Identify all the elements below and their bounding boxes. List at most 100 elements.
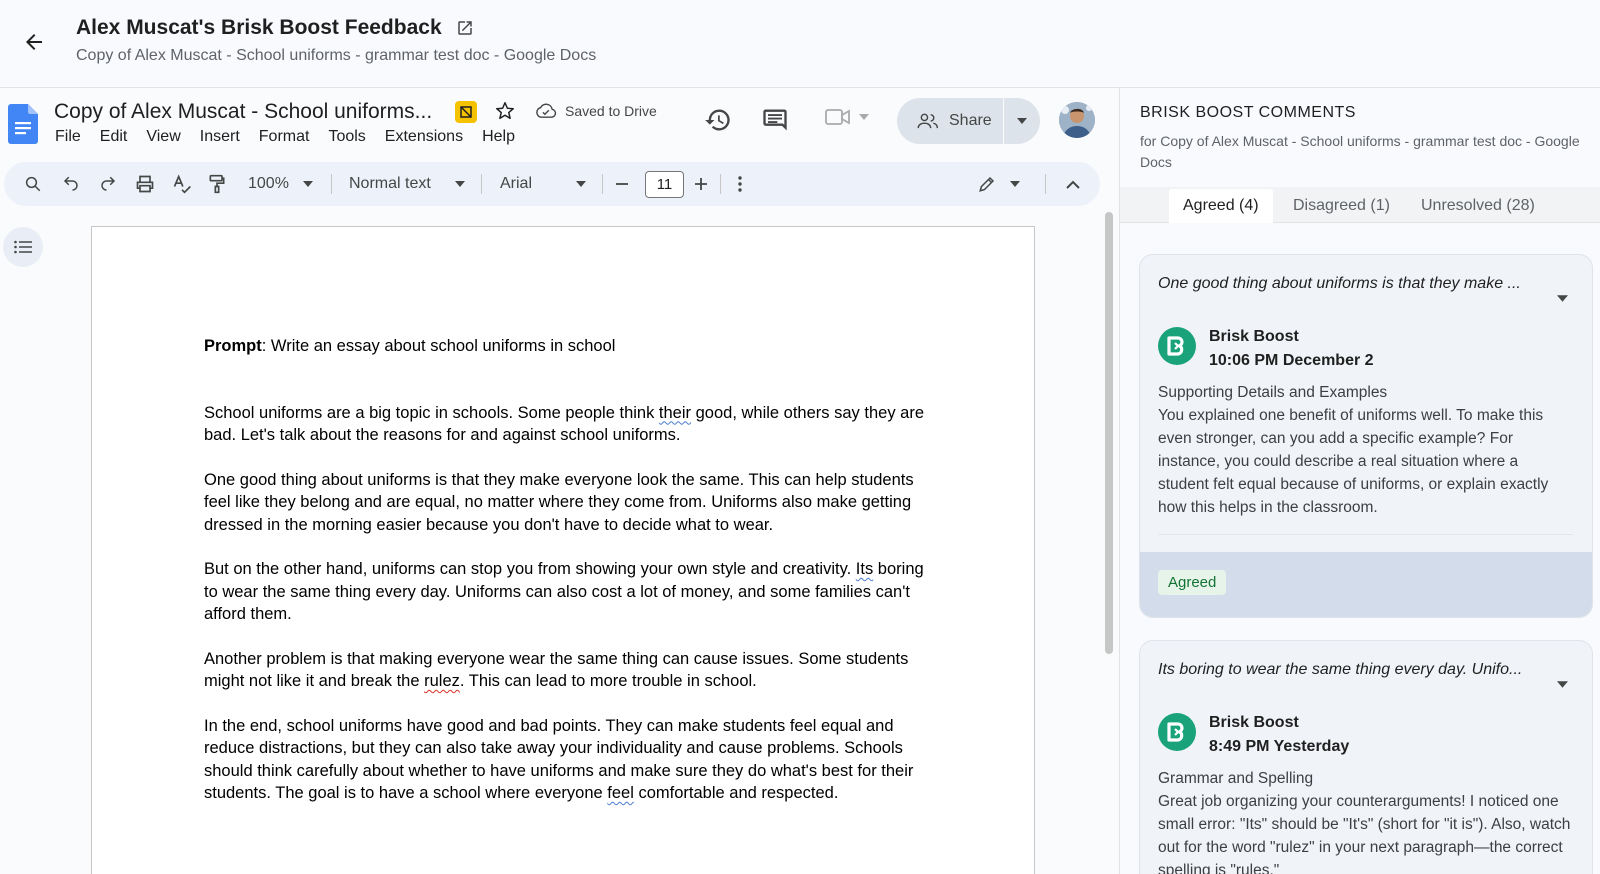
text-run: comfortable and respected. [633, 784, 839, 802]
menu-extensions[interactable]: Extensions [385, 128, 463, 146]
meet-button[interactable] [825, 106, 869, 128]
document-body[interactable]: Prompt: Write an essay about school unif… [204, 335, 934, 827]
menu-format[interactable]: Format [259, 128, 310, 146]
arrow-left-icon [26, 34, 42, 50]
search-icon [25, 176, 41, 192]
save-status[interactable]: Saved to Drive [535, 103, 657, 119]
font-size-input[interactable]: 11 [645, 171, 684, 198]
card-divider [1158, 534, 1573, 535]
comment-author: Brisk Boost [1209, 328, 1299, 345]
brisk-comments-panel: BRISK BOOST COMMENTS for Copy of Alex Mu… [1119, 88, 1600, 874]
redo-button[interactable] [99, 162, 117, 206]
toolbar-divider [720, 174, 721, 194]
menu-view[interactable]: View [146, 128, 180, 146]
document-title[interactable]: Copy of Alex Muscat - School uniforms... [54, 100, 432, 124]
back-button[interactable] [18, 26, 50, 58]
version-history-icon[interactable] [704, 106, 732, 134]
status-badge: Agreed [1158, 570, 1227, 595]
comments-icon[interactable] [761, 106, 789, 134]
document-page[interactable]: Prompt: Write an essay about school unif… [91, 226, 1035, 874]
app-header: Alex Muscat's Brisk Boost Feedback Copy … [0, 0, 1600, 88]
zoom-value: 100% [248, 175, 289, 192]
font-value: Arial [500, 175, 533, 192]
minus-icon [616, 183, 628, 185]
paragraph-4: Another problem is that making everyone … [204, 648, 934, 693]
chevron-down-icon[interactable] [1557, 295, 1568, 302]
panel-header: BRISK BOOST COMMENTS for Copy of Alex Mu… [1140, 104, 1580, 173]
comment-body: Grammar and Spelling Great job organizin… [1158, 767, 1573, 874]
zoom-select[interactable]: 100% [248, 162, 313, 206]
document-outline-button[interactable] [3, 227, 43, 267]
grammar-suggestion[interactable]: their [659, 404, 691, 422]
comment-text: You explained one benefit of uniforms we… [1158, 407, 1549, 516]
people-icon [917, 113, 939, 129]
paragraph-5: In the end, school uniforms have good an… [204, 715, 934, 805]
search-menus-button[interactable] [24, 162, 42, 206]
menu-file[interactable]: File [55, 128, 81, 146]
comment-status-bar: Agreed [1140, 552, 1592, 617]
menu-insert[interactable]: Insert [200, 128, 240, 146]
menu-help[interactable]: Help [482, 128, 515, 146]
comment-quote: One good thing about uniforms is that th… [1158, 275, 1521, 292]
tab-disagreed[interactable]: Disagreed (1) [1293, 189, 1390, 223]
print-button[interactable] [135, 162, 155, 206]
menu-tools[interactable]: Tools [328, 128, 365, 146]
spelling-error[interactable]: rulez [424, 672, 460, 690]
document-badge-icon[interactable] [455, 101, 477, 123]
comment-time: 8:49 PM Yesterday [1209, 738, 1350, 755]
tab-unresolved[interactable]: Unresolved (28) [1421, 189, 1535, 223]
undo-button[interactable] [62, 162, 80, 206]
panel-subtitle: for Copy of Alex Muscat - School uniform… [1140, 133, 1580, 170]
share-button-main[interactable]: Share [897, 112, 1003, 130]
chevron-down-icon [1010, 181, 1020, 187]
increase-font-size-button[interactable] [694, 162, 708, 206]
text-run: School uniforms are a big topic in schoo… [204, 403, 659, 422]
hide-menus-button[interactable] [1066, 162, 1080, 206]
editing-mode-select[interactable] [978, 162, 1020, 206]
comment-category: Grammar and Spelling [1158, 770, 1314, 787]
cloud-done-icon [536, 103, 557, 118]
share-dropdown[interactable] [1004, 118, 1040, 124]
share-button[interactable]: Share [897, 98, 1040, 144]
grammar-suggestion[interactable]: feel [607, 784, 634, 802]
more-options-button[interactable] [738, 162, 742, 206]
share-label: Share [949, 112, 992, 129]
paragraph-3: But on the other hand, uniforms can stop… [204, 558, 934, 626]
comment-body: Supporting Details and Examples You expl… [1158, 381, 1573, 519]
star-icon[interactable] [494, 100, 516, 122]
pencil-icon [979, 176, 995, 192]
chevron-down-icon [859, 114, 869, 120]
paragraph-1: School uniforms are a big topic in schoo… [204, 402, 934, 447]
comment-filter-tabs: Agreed (4) Disagreed (1) Unresolved (28) [1120, 187, 1600, 223]
open-external-icon[interactable] [456, 19, 474, 37]
menu-edit[interactable]: Edit [100, 128, 128, 146]
more-vertical-icon [738, 176, 742, 192]
user-avatar[interactable] [1059, 102, 1095, 138]
prompt-text: : Write an essay about school uniforms i… [261, 337, 616, 355]
chevron-down-icon [576, 181, 586, 187]
text-run: . This can lead to more trouble in schoo… [459, 672, 757, 690]
document-scrollbar[interactable] [1105, 212, 1113, 654]
prompt-paragraph: Prompt: Write an essay about school unif… [204, 335, 934, 358]
google-docs-logo-icon[interactable] [8, 104, 38, 144]
paint-format-button[interactable] [208, 162, 226, 206]
print-icon [136, 175, 154, 193]
paragraph-style-select[interactable]: Normal text [349, 162, 431, 206]
font-select[interactable]: Arial [500, 162, 532, 206]
paragraph-2: One good thing about uniforms is that th… [204, 470, 914, 534]
formatting-toolbar: 100% Normal text Arial 11 [4, 162, 1100, 206]
toolbar-divider [331, 174, 332, 194]
grammar-suggestion[interactable]: Its [856, 560, 873, 578]
tab-agreed[interactable]: Agreed (4) [1169, 189, 1273, 223]
spelling-check-button[interactable] [172, 162, 192, 206]
comment-card[interactable]: Its boring to wear the same thing every … [1139, 640, 1593, 874]
video-camera-icon [825, 109, 850, 125]
comment-text: Great job organizing your counterargumen… [1158, 793, 1571, 874]
decrease-font-size-button[interactable] [615, 162, 629, 206]
chevron-up-icon [1066, 180, 1080, 189]
chevron-down-icon[interactable] [1557, 681, 1568, 688]
brisk-boost-logo-icon [1158, 713, 1196, 751]
brisk-boost-logo-icon [1158, 327, 1196, 365]
comment-card[interactable]: One good thing about uniforms is that th… [1139, 254, 1593, 618]
page-title: Alex Muscat's Brisk Boost Feedback [76, 16, 474, 40]
